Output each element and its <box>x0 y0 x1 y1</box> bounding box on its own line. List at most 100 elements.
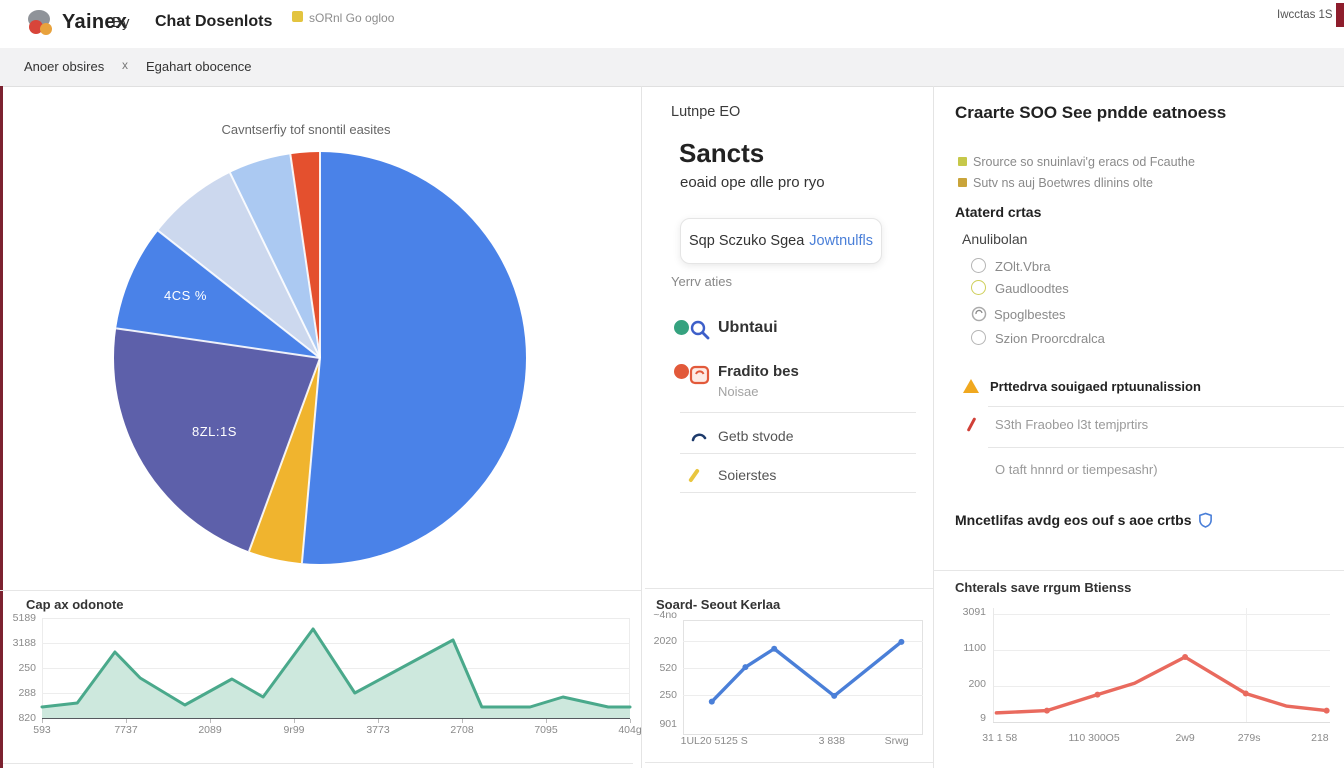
divider-right-bottom <box>933 570 1344 571</box>
corner-accent <box>1336 3 1344 27</box>
chart-title: Chterals save rrgum Btienss <box>955 580 1131 595</box>
plain-row-label: O taft hnnrd or tiempesashr) <box>995 462 1158 477</box>
legend-item-label: Soierstes <box>718 467 776 483</box>
y-tick-label: ~4no <box>645 609 677 621</box>
y-tick-label: 288 <box>8 687 36 699</box>
close-icon[interactable]: x <box>122 58 128 72</box>
y-tick-label: 9 <box>940 712 986 724</box>
axis-tick <box>126 719 127 723</box>
x-tick-label: Srwg <box>885 735 909 747</box>
bullet-square-icon <box>958 178 967 187</box>
warning-label: Prttedrva souigaed rptuunalission <box>990 379 1201 394</box>
red-slash-icon <box>967 417 977 432</box>
middle-subheading: eoaid ope αlle pro ryo <box>680 174 825 191</box>
line-chart-right: Chterals save rrgum Btienss 3091 1100 200 9… <box>940 572 1344 758</box>
y-tick-label: 820 <box>8 712 36 724</box>
radio-option-1[interactable]: ZOlt.Vbra <box>971 258 1051 274</box>
bullet-square-icon <box>958 157 967 166</box>
warning-row[interactable]: Prttedrva souigaed rptuunalission <box>962 378 980 399</box>
tab-second[interactable]: Egahart obocence <box>146 59 252 74</box>
axis-tick <box>42 719 43 723</box>
y-tick-label: 3091 <box>940 606 986 618</box>
yellow-square-icon <box>292 11 303 22</box>
orange-dot-icon <box>674 364 689 379</box>
x-tick-label: 3 838 <box>819 735 845 747</box>
bullet-row-2: Sutv ns auj Boetwres dlinins olte <box>958 176 1153 190</box>
radio-option-4[interactable]: Szion Proorcdralca <box>971 330 1105 346</box>
header: Yainex By Chat Dosenlots sORnl Go ogloo … <box>0 0 1344 49</box>
left-edge-accent <box>0 86 3 768</box>
yandex-logo-icon <box>28 10 54 36</box>
radio-icon[interactable] <box>971 280 986 295</box>
x-tick-label: 593 <box>33 724 51 736</box>
x-tick-label: 279s <box>1238 732 1261 744</box>
x-tick-label: 7095 <box>534 724 557 736</box>
bag-icon <box>688 362 712 391</box>
tab-first[interactable]: Anoer obsires <box>24 59 104 74</box>
x-tick-label: 218 <box>1311 732 1329 744</box>
y-tick-label: 250 <box>8 662 36 674</box>
radio-clock-icon[interactable] <box>971 306 987 322</box>
pie-slice-label: 4CS % <box>164 288 207 303</box>
x-axis <box>993 722 1330 723</box>
footer-link[interactable]: Mncetlifas avdg eos ouf s aoe crtbs <box>955 512 1213 528</box>
slash-row[interactable]: S3th Fraobeo l3t temjprtirs <box>962 417 1322 437</box>
x-tick-label: 1UL20 5125 S <box>681 735 748 747</box>
x-tick-label: 7737 <box>114 724 137 736</box>
legend-item-3[interactable]: Getb stvode <box>672 427 922 449</box>
divider-vertical-2 <box>933 86 934 768</box>
legend-item-1[interactable]: Ubntaui <box>672 318 922 344</box>
divider-left-bottom <box>0 590 641 591</box>
header-right-link[interactable]: Iwcctas 1S <box>1277 9 1333 21</box>
line-chart-middle: Soard- Seout Kerlaa ~4no20205202509011UL… <box>645 590 933 768</box>
green-dot-icon <box>674 320 689 335</box>
pie-slice-label: 8ZL:1S <box>192 424 237 439</box>
axis-tick <box>378 719 379 723</box>
radio-icon[interactable] <box>971 330 986 345</box>
right-heading: Craarte SOO See pndde eatnoess <box>955 103 1226 123</box>
menu-item-chat[interactable]: Chat Dosenlots <box>155 13 272 31</box>
legend-section-label: Yerrv aties <box>671 274 732 289</box>
radio-option-3[interactable]: Spoglbestes <box>971 306 1066 322</box>
radio-option-2[interactable]: Gaudloodtes <box>971 280 1069 296</box>
bullet-row-1: Srource so snuinlavi'g eracs od Fcauthe <box>958 155 1195 169</box>
x-tick-label: 31 1 58 <box>982 732 1017 744</box>
radio-icon[interactable] <box>971 258 986 273</box>
divider-vertical-1 <box>641 86 642 768</box>
y-tick-label: 250 <box>645 689 677 701</box>
radio-label: ZOlt.Vbra <box>995 259 1051 274</box>
x-tick-label: 2w9 <box>1175 732 1194 744</box>
divider-mid-bottom <box>645 588 933 589</box>
axis-tick <box>630 719 631 723</box>
tab-bar: Anoer obsires x Egahart obocence <box>0 48 1344 87</box>
legend-item-2[interactable]: Fradito bes Noisae <box>672 362 922 404</box>
header-badge-label[interactable]: sORnl Go ogloo <box>309 11 394 25</box>
legend-item-label: Getb stvode <box>718 428 794 444</box>
legend-divider <box>680 412 916 413</box>
journal-button-link[interactable]: Jowtnulfls <box>809 233 873 249</box>
right-divider <box>988 447 1344 448</box>
legend-item-4[interactable]: Soierstes <box>672 466 922 488</box>
legend-item-label: Ubntaui <box>718 319 778 337</box>
footer-label: Mncetlifas avdg eos ouf s aoe crtbs <box>955 512 1192 528</box>
axis-tick <box>210 719 211 723</box>
journal-button[interactable]: Sqp Sczuko Sgea Jowtnulfls <box>680 218 882 264</box>
pie-chart-title: Cavntserfiy tof snontil easites <box>0 122 612 137</box>
warning-triangle-icon <box>962 378 980 394</box>
y-tick-label: 520 <box>645 662 677 674</box>
radio-group-label: Anulibolan <box>962 231 1027 247</box>
chart-line <box>42 618 630 718</box>
arc-icon <box>690 429 708 448</box>
y-tick-label: 5189 <box>8 612 36 624</box>
x-tick-label: 110 300O5 <box>1069 732 1120 744</box>
axis-tick <box>294 719 295 723</box>
menu-item-by[interactable]: By <box>112 14 130 31</box>
magnifier-icon <box>688 318 712 347</box>
legend-divider <box>680 453 916 454</box>
legend-item-label: Fradito bes <box>718 363 799 380</box>
y-tick-label: 1100 <box>940 642 986 654</box>
x-tick-label: 2708 <box>450 724 473 736</box>
chart-line <box>993 608 1330 722</box>
y-tick-label: 200 <box>940 678 986 690</box>
shield-icon <box>1198 512 1213 528</box>
